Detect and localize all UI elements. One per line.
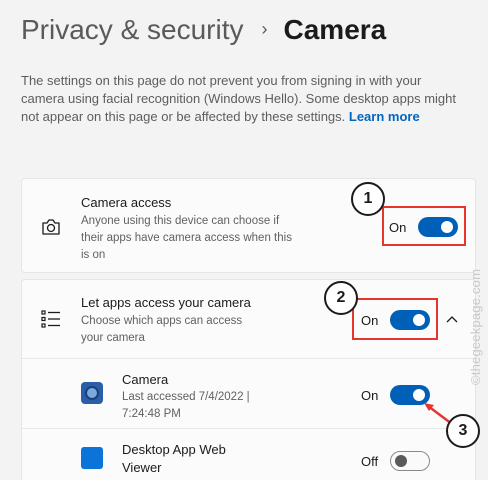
camera-access-state-label: On bbox=[389, 219, 407, 235]
camera-access-toggle[interactable] bbox=[418, 217, 459, 237]
apps-access-subtitle: Choose which apps can access your camera bbox=[81, 315, 243, 344]
camera-icon bbox=[42, 219, 60, 235]
list-icon bbox=[41, 310, 60, 328]
camera-access-title: Camera access bbox=[81, 195, 172, 210]
app-row-desktop-web-viewer: Desktop App Web Viewer Off bbox=[22, 428, 475, 480]
web-viewer-state-label: Off bbox=[361, 453, 379, 469]
toggle-knob bbox=[441, 221, 454, 233]
watermark: ©thegeekpage.com bbox=[468, 269, 483, 385]
apps-access-title: Let apps access your camera bbox=[81, 295, 251, 310]
page-title: Camera bbox=[283, 14, 387, 45]
camera-access-subtitle: Anyone using this device can choose if t… bbox=[81, 215, 292, 261]
breadcrumb: Privacy & security › Camera bbox=[21, 14, 386, 46]
camera-app-state-label: On bbox=[361, 387, 379, 403]
apps-access-toggle-group: On bbox=[361, 310, 431, 330]
chevron-up-icon[interactable] bbox=[445, 313, 459, 327]
apps-access-toggle[interactable] bbox=[390, 310, 431, 330]
camera-access-card: Camera access Anyone using this device c… bbox=[21, 178, 476, 273]
app-last-accessed: Last accessed 7/4/2022 | 7:24:48 PM bbox=[122, 391, 250, 420]
apps-access-card: Let apps access your camera Choose which… bbox=[21, 279, 476, 480]
page-description: The settings on this page do not prevent… bbox=[21, 72, 466, 126]
app-row-camera: Camera Last accessed 7/4/2022 | 7:24:48 … bbox=[22, 358, 475, 428]
toggle-knob bbox=[413, 314, 426, 326]
camera-app-lens bbox=[85, 386, 99, 400]
breadcrumb-privacy-security[interactable]: Privacy & security bbox=[21, 14, 244, 46]
web-viewer-toggle-group: Off bbox=[361, 451, 431, 471]
toggle-knob bbox=[395, 455, 408, 467]
annotation-badge-3: 3 bbox=[446, 414, 480, 448]
annotation-badge-2: 2 bbox=[324, 281, 358, 315]
app-name-desktop-web-viewer: Desktop App Web Viewer bbox=[122, 442, 226, 475]
web-viewer-app-icon bbox=[81, 447, 103, 469]
learn-more-link[interactable]: Learn more bbox=[349, 109, 420, 124]
app-name-camera: Camera bbox=[122, 372, 169, 387]
camera-app-icon bbox=[81, 382, 103, 404]
annotation-badge-1: 1 bbox=[351, 182, 385, 216]
chevron-right-icon: › bbox=[261, 18, 268, 39]
apps-access-state-label: On bbox=[361, 312, 379, 328]
web-viewer-toggle[interactable] bbox=[390, 451, 431, 471]
camera-access-toggle-group: On bbox=[389, 217, 459, 237]
apps-access-row[interactable]: Let apps access your camera Choose which… bbox=[22, 280, 475, 358]
